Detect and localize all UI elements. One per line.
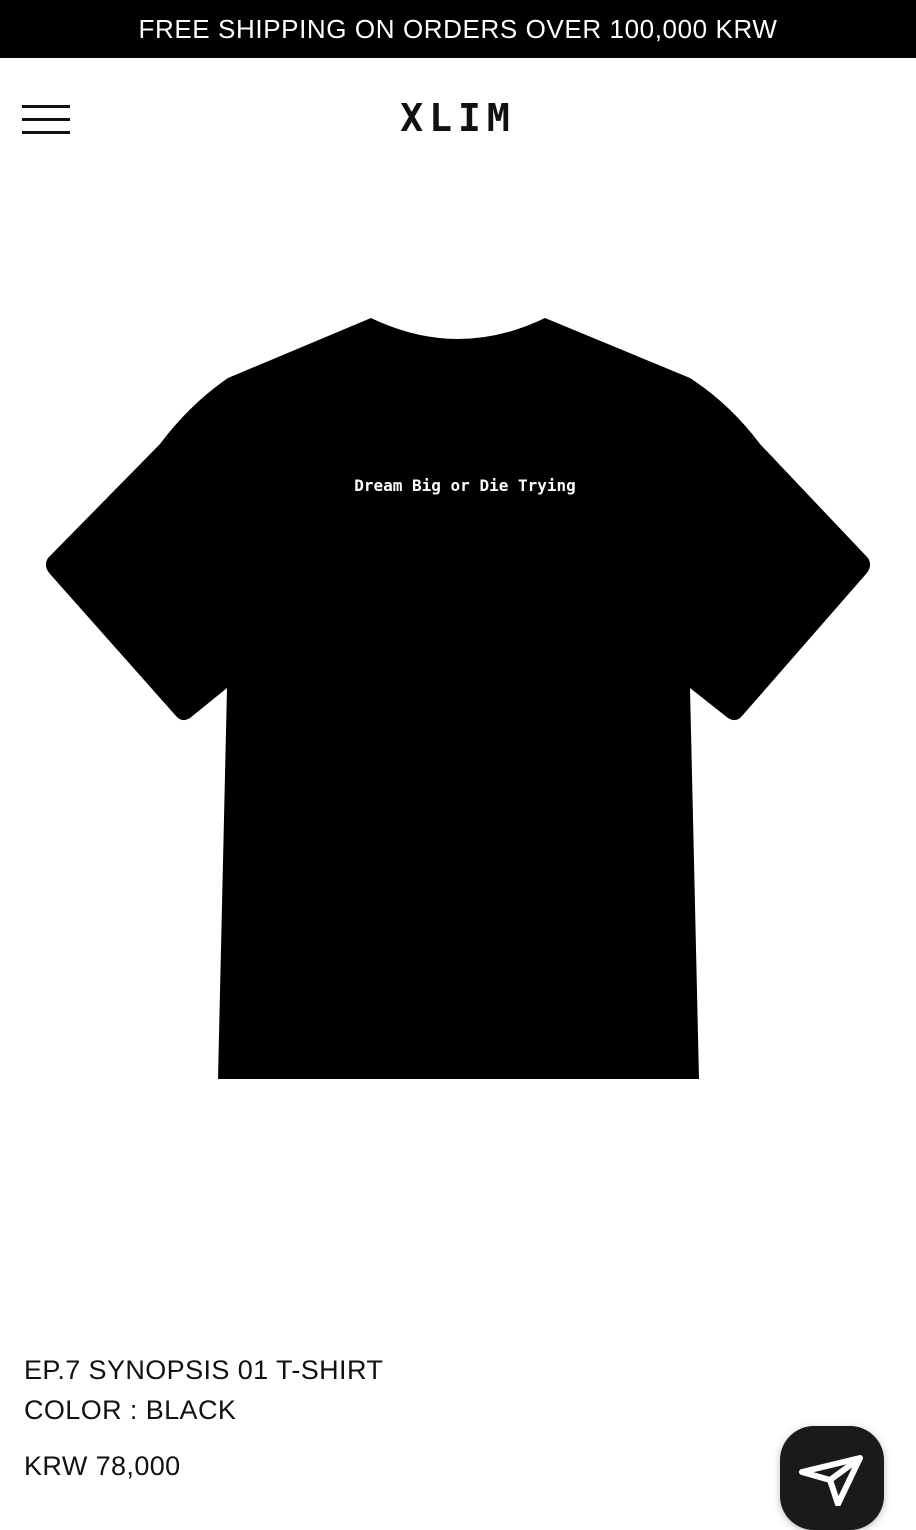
chat-button[interactable] [780,1426,884,1530]
announcement-text: FREE SHIPPING ON ORDERS OVER 100,000 KRW [138,13,778,44]
product-color: COLOR : BLACK [24,1395,237,1425]
product-name: EP.7 SYNOPSIS 01 T-SHIRT [24,1355,384,1385]
product-price: KRW 78,000 [24,1451,181,1481]
site-logo[interactable]: XLIM [0,96,916,140]
site-header: XLIM [0,58,916,182]
announcement-bar: FREE SHIPPING ON ORDERS OVER 100,000 KRW [0,0,916,58]
tshirt-image: Dream Big or Die Trying [45,318,871,1079]
send-arrow-icon [799,1455,863,1506]
tshirt-shape [45,318,871,1079]
product-image[interactable]: Dream Big or Die Trying [0,182,916,1312]
tshirt-print-text: Dream Big or Die Trying [354,476,576,495]
product-info: EP.7 SYNOPSIS 01 T-SHIRT COLOR : BLACK K… [24,1350,724,1486]
